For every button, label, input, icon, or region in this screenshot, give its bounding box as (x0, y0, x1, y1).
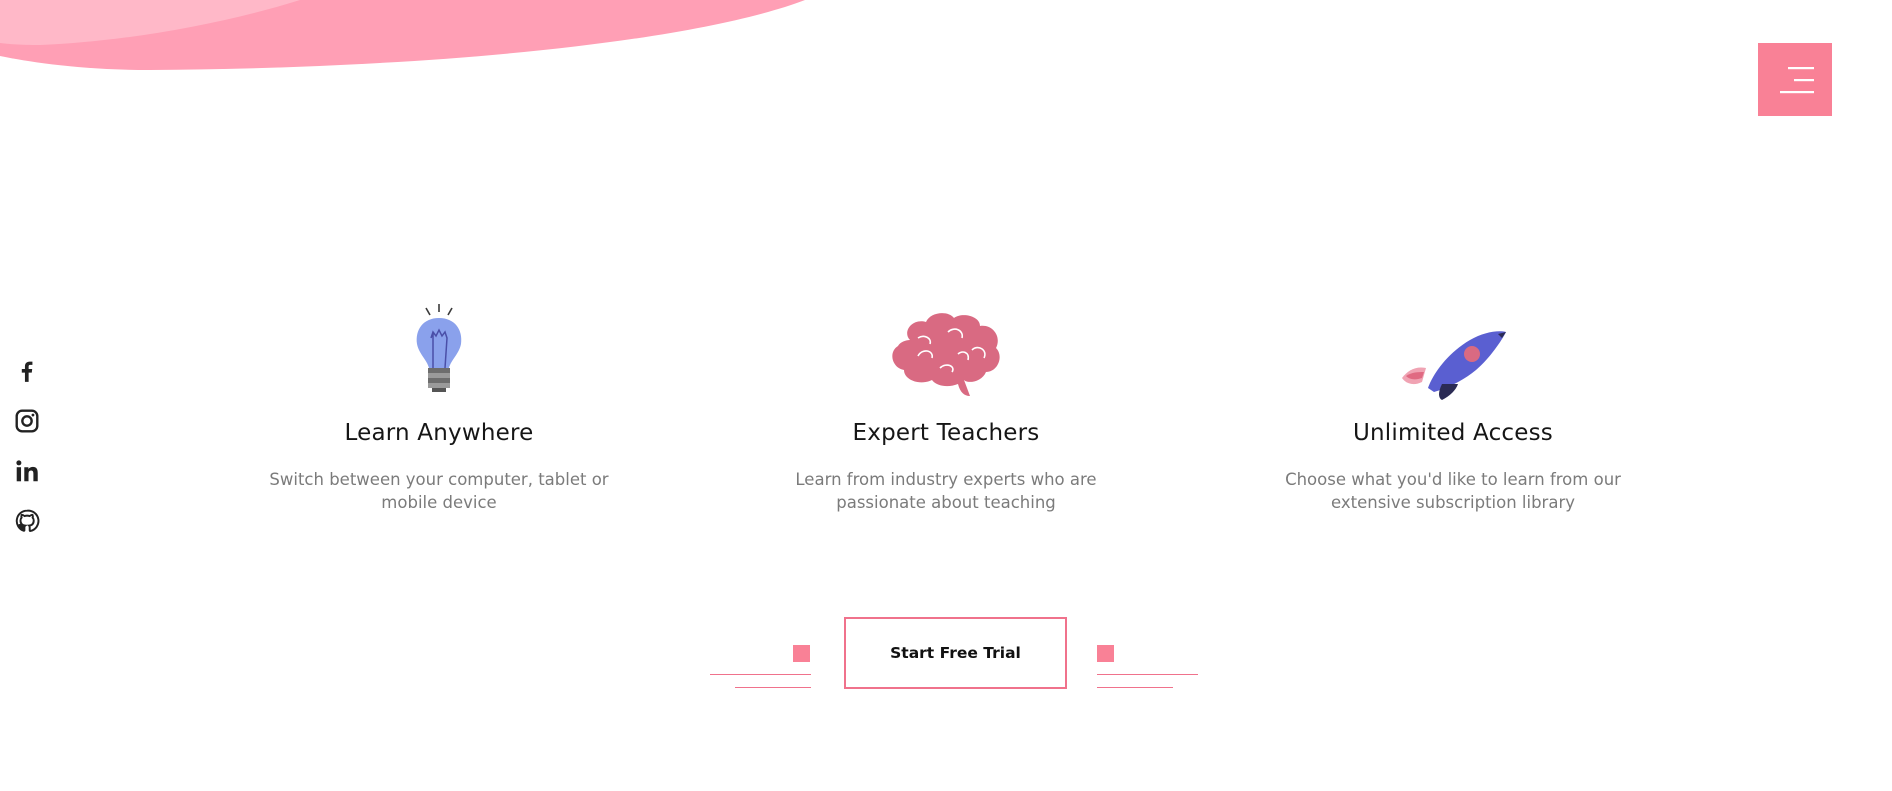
feature-description: Learn from industry experts who are pass… (795, 470, 1097, 512)
feature-learn-anywhere: Learn Anywhere Switch between your compu… (259, 300, 619, 514)
social-links (14, 358, 40, 534)
brain-icon (892, 313, 1000, 396)
start-free-trial-button[interactable]: Start Free Trial (844, 617, 1067, 689)
landing-page: Learn Anywhere Switch between your compu… (0, 0, 1892, 791)
lightbulb-icon (416, 304, 462, 392)
cta-decor-line (1097, 674, 1198, 675)
cta-decor-line (735, 687, 811, 688)
linkedin-icon (16, 460, 38, 482)
feature-title: Unlimited Access (1352, 420, 1553, 446)
cta-decor-line (710, 674, 811, 675)
cta-decor-line (1097, 687, 1173, 688)
feature-unlimited-access: Unlimited Access Choose what you'd like … (1273, 300, 1633, 514)
cta-decor-square (1097, 645, 1114, 662)
feature-description: Choose what you'd like to learn from our… (1285, 470, 1621, 512)
cta-section: Start Free Trial (0, 617, 1892, 689)
linkedin-link[interactable] (14, 458, 40, 484)
menu-button[interactable] (1758, 43, 1832, 116)
github-link[interactable] (14, 508, 40, 534)
feature-expert-teachers: Expert Teachers Learn from industry expe… (766, 300, 1126, 514)
rocket-icon (1402, 331, 1506, 400)
cta-decor-square (793, 645, 810, 662)
github-icon (15, 509, 40, 532)
instagram-link[interactable] (14, 408, 40, 434)
facebook-link[interactable] (14, 358, 40, 384)
facebook-icon (21, 361, 33, 382)
feature-description: Switch between your computer, tablet or … (269, 470, 609, 512)
feature-title: Learn Anywhere (344, 420, 534, 446)
feature-title: Expert Teachers (852, 420, 1040, 446)
decorative-blob (0, 0, 805, 70)
hamburger-menu-icon (1780, 66, 1814, 93)
instagram-icon (15, 409, 39, 433)
